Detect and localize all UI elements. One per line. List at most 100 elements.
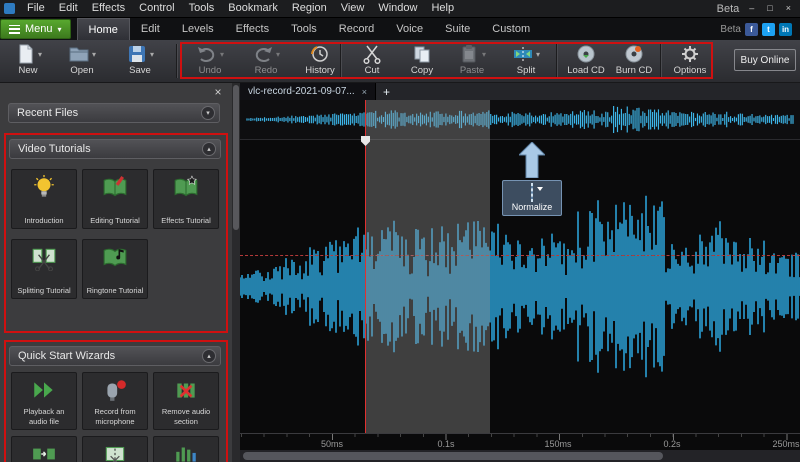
quick-start-header[interactable]: Quick Start Wizards ▴	[9, 346, 221, 366]
card-join-audio[interactable]: Join audio	[11, 436, 77, 462]
collapse-icon[interactable]: ▴	[202, 142, 216, 156]
document-tab[interactable]: vlc-record-2021-09-07... ×	[240, 83, 376, 100]
burn-cd-icon	[625, 45, 643, 63]
tab-edit[interactable]: Edit	[130, 18, 171, 40]
tab-levels[interactable]: Levels	[171, 18, 225, 40]
paste-clipboard-icon	[462, 45, 476, 63]
beta-label: Beta	[716, 2, 740, 15]
chevron-down-icon: ▾	[37, 49, 42, 59]
burn-cd-label: Burn CD	[615, 65, 653, 76]
facebook-icon[interactable]: f	[745, 22, 758, 36]
card-introduction[interactable]: Introduction	[11, 169, 77, 229]
chevron-down-icon: ▾	[275, 49, 280, 59]
card-remove-section[interactable]: Remove audio section	[153, 372, 219, 430]
tab-voice[interactable]: Voice	[385, 18, 434, 40]
menu-item-help[interactable]: Help	[424, 0, 461, 18]
card-label: Introduction	[24, 215, 64, 225]
app-icon	[4, 3, 15, 14]
scrollbar-thumb[interactable]	[233, 85, 239, 230]
ribbon-tabbar: Menu ▾ Home Edit Levels Effects Tools Re…	[0, 18, 800, 40]
normalize-label: Normalize	[511, 202, 553, 212]
tab-effects[interactable]: Effects	[225, 18, 280, 40]
buy-online-button[interactable]: Buy Online	[734, 49, 796, 71]
chevron-down-icon: ▾	[535, 49, 540, 59]
menu-item-view[interactable]: View	[334, 0, 372, 18]
card-split-file[interactable]: Split file	[82, 436, 148, 462]
menu-item-region[interactable]: Region	[285, 0, 334, 18]
redo-button[interactable]: ▾ Redo	[242, 43, 290, 80]
timeline-ruler[interactable]: 50ms 0.1s 150ms 0.2s 250ms	[240, 433, 800, 450]
video-tutorials-header[interactable]: Video Tutorials ▴	[9, 139, 221, 159]
maximize-icon[interactable]: □	[764, 0, 775, 17]
new-button[interactable]: ▾ New	[4, 43, 52, 80]
cut-scissors-icon	[363, 45, 381, 64]
menu-item-bookmark[interactable]: Bookmark	[221, 0, 285, 18]
load-cd-button[interactable]: Load CD	[562, 43, 610, 80]
options-label: Options	[673, 65, 707, 76]
recent-files-label: Recent Files	[17, 107, 79, 119]
cut-button[interactable]: Cut	[348, 43, 396, 80]
tab-suite[interactable]: Suite	[434, 18, 481, 40]
menu-item-edit[interactable]: Edit	[52, 0, 85, 18]
sidebar-scrollbar[interactable]	[232, 83, 240, 462]
quick-start-highlight-box: Quick Start Wizards ▴ Playback an audio …	[4, 340, 228, 462]
remove-section-icon	[177, 383, 195, 398]
copy-button[interactable]: Copy	[398, 43, 446, 80]
tab-tools[interactable]: Tools	[280, 18, 328, 40]
tab-close-icon[interactable]: ×	[362, 87, 367, 97]
horizontal-scrollbar[interactable]	[240, 450, 800, 462]
toolbar-separator	[660, 44, 661, 78]
waveform-overview[interactable]	[240, 100, 800, 140]
expand-icon[interactable]: ▾	[201, 106, 215, 120]
lightbulb-icon	[34, 175, 54, 197]
open-button[interactable]: ▾ Open	[58, 43, 106, 80]
split-button[interactable]: ▾ Split	[502, 43, 550, 80]
card-record-microphone[interactable]: Record from microphone	[82, 372, 148, 430]
tab-record[interactable]: Record	[328, 18, 385, 40]
toolbar-separator	[176, 44, 177, 78]
card-effects-tutorial[interactable]: Effects Tutorial	[153, 169, 219, 229]
card-ringtone-tutorial[interactable]: Ringtone Tutorial	[82, 239, 148, 299]
undo-button[interactable]: ▾ Undo	[186, 43, 234, 80]
split-label: Split	[516, 65, 536, 76]
playback-cursor[interactable]	[365, 100, 366, 433]
new-tab-button[interactable]: +	[376, 85, 397, 99]
chevron-down-icon: ▾	[149, 49, 154, 59]
menu-item-effects[interactable]: Effects	[85, 0, 132, 18]
hamburger-icon	[9, 24, 20, 34]
quick-start-label: Quick Start Wizards	[18, 350, 116, 362]
tab-home[interactable]: Home	[76, 18, 130, 40]
linkedin-icon[interactable]: in	[779, 22, 792, 36]
card-splitting-tutorial[interactable]: Splitting Tutorial	[11, 239, 77, 299]
menu-item-tools[interactable]: Tools	[182, 0, 222, 18]
menu-item-window[interactable]: Window	[371, 0, 424, 18]
card-editing-tutorial[interactable]: Editing Tutorial	[82, 169, 148, 229]
sidebar-close-icon[interactable]: ×	[210, 86, 226, 100]
document-tabbar: vlc-record-2021-09-07... × +	[240, 83, 800, 100]
card-mix-with[interactable]: Mix with	[153, 436, 219, 462]
history-button[interactable]: History	[296, 43, 344, 80]
history-clock-icon	[311, 46, 328, 62]
menu-item-control[interactable]: Control	[132, 0, 181, 18]
normalize-box[interactable]: Normalize	[502, 180, 562, 216]
menu-item-file[interactable]: File	[20, 0, 52, 18]
waveform-view[interactable]: Normalize	[240, 100, 800, 433]
close-icon[interactable]: ×	[783, 0, 794, 17]
menubar-right: Beta – □ ×	[717, 0, 800, 17]
save-button[interactable]: ▾ Save	[116, 43, 164, 80]
collapse-icon[interactable]: ▴	[202, 349, 216, 363]
card-playback-audio[interactable]: Playback an audio file	[11, 372, 77, 430]
scrollbar-thumb[interactable]	[243, 452, 663, 460]
paste-button[interactable]: ▾ Paste	[448, 43, 496, 80]
options-button[interactable]: Options	[666, 43, 714, 80]
twitter-icon[interactable]: t	[762, 22, 775, 36]
editing-book-icon	[103, 176, 127, 197]
menu-button[interactable]: Menu ▾	[0, 19, 71, 39]
tab-custom[interactable]: Custom	[481, 18, 541, 40]
overview-waveform	[246, 105, 794, 134]
minimize-icon[interactable]: –	[746, 0, 757, 17]
selection-region[interactable]	[365, 100, 490, 433]
paste-label: Paste	[459, 65, 485, 76]
recent-files-header[interactable]: Recent Files ▾	[8, 103, 220, 123]
burn-cd-button[interactable]: Burn CD	[610, 43, 658, 80]
